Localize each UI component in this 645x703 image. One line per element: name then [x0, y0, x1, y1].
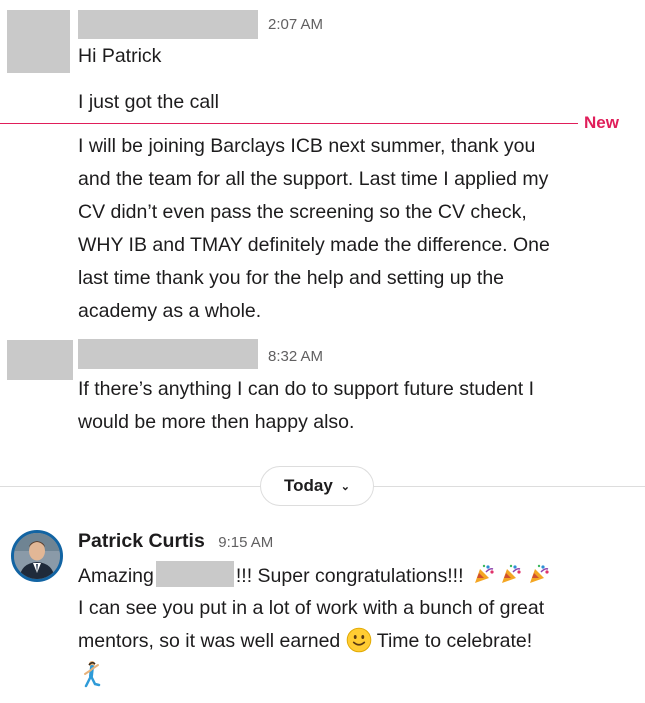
author-name[interactable]: Patrick Curtis — [78, 530, 205, 552]
sender-name-redacted — [78, 339, 258, 369]
message-line: Amazing !!! Super congratulations!!! — [78, 560, 550, 593]
message-line: CV didn’t even pass the screening so the… — [78, 201, 527, 223]
person-avatar-icon — [14, 533, 60, 579]
avatar-redacted — [7, 10, 70, 73]
message-text: I just got the call — [78, 91, 219, 113]
party-popper-icon — [473, 564, 500, 587]
message-timestamp[interactable]: 9:15 AM — [218, 534, 273, 551]
message-author[interactable]: Patrick Curtis 9:15 AM — [78, 530, 273, 553]
avatar-redacted — [7, 340, 73, 380]
new-messages-divider — [0, 123, 578, 124]
message-line: I can see you put in a lot of work with … — [78, 597, 545, 619]
message-line: mentors, so it was well earned Time to c… — [78, 625, 532, 658]
party-popper-icon — [528, 564, 550, 587]
message-text: !!! Super congratulations!!! — [235, 565, 464, 587]
today-jump-button[interactable]: Today ⌄ — [260, 466, 374, 506]
message-text: Hi Patrick — [78, 45, 162, 67]
sender-name-redacted — [78, 10, 258, 39]
message-line: If there’s anything I can do to support … — [78, 378, 535, 400]
message-timestamp[interactable]: 8:32 AM — [268, 348, 323, 365]
today-label: Today — [283, 476, 333, 495]
message-line: and the team for all the support. Last t… — [78, 168, 549, 190]
dancer-icon — [80, 660, 102, 693]
message-line: I will be joining Barclays ICB next summ… — [78, 135, 536, 157]
message-line: would be more then happy also. — [78, 411, 355, 433]
message-line: last time thank you for the help and set… — [78, 267, 505, 289]
new-messages-label: New — [584, 113, 619, 132]
message-text: Time to celebrate! — [376, 630, 533, 652]
message-text: Amazing — [78, 565, 154, 587]
mention-redacted — [155, 561, 234, 587]
party-popper-icon — [500, 564, 527, 587]
message-line: WHY IB and TMAY definitely made the diff… — [78, 234, 550, 256]
slightly-smiling-face-icon — [346, 627, 377, 653]
message-timestamp[interactable]: 2:07 AM — [268, 16, 323, 33]
chevron-down-icon: ⌄ — [340, 480, 351, 493]
message-text: mentors, so it was well earned — [78, 630, 341, 652]
avatar[interactable] — [11, 530, 63, 582]
message-line: academy as a whole. — [78, 300, 262, 322]
